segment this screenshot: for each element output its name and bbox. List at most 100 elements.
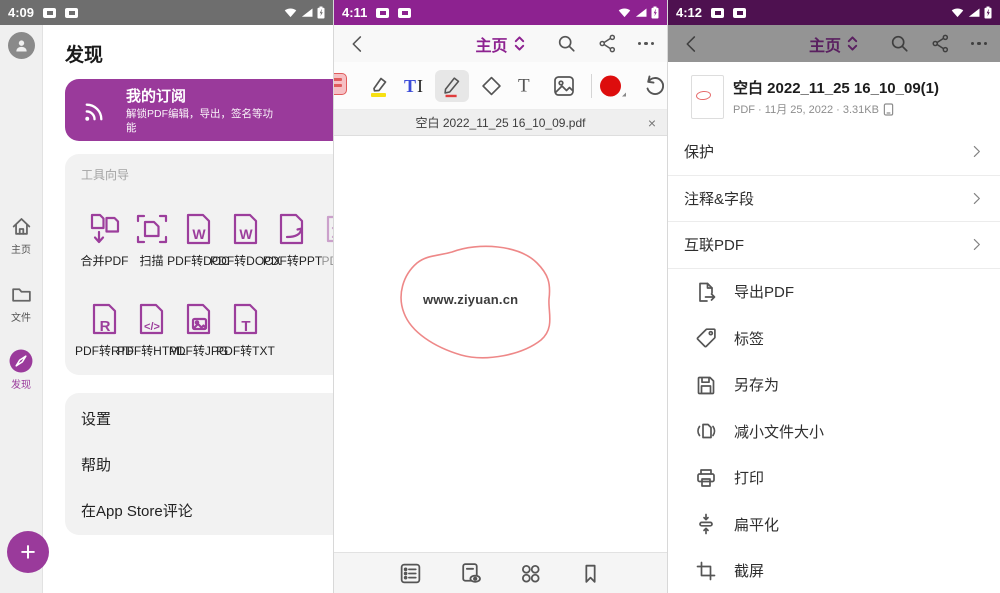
sidebar-item-label: 发现 bbox=[11, 376, 31, 391]
settings-card: 设置 帮助 在App Store评论 bbox=[65, 393, 333, 535]
sidebar-item-files[interactable]: 文件 bbox=[0, 283, 42, 324]
menu-row-annotations-fields[interactable]: 注释&字段 bbox=[668, 176, 1000, 223]
tool-pdf-to-ppt[interactable]: PDF转PPT bbox=[269, 209, 316, 269]
color-swatch-red[interactable] bbox=[600, 75, 621, 96]
action-reduce-file-size[interactable]: 减小文件大小 bbox=[668, 408, 1000, 455]
tool-label: PDF转PPT bbox=[263, 252, 322, 269]
signal-icon bbox=[968, 7, 980, 18]
notification-icon bbox=[398, 8, 411, 18]
document-tab-filename[interactable]: 空白 2022_11_25 16_10_09.pdf bbox=[416, 114, 586, 131]
pdf-to-docx-icon: W bbox=[226, 209, 266, 249]
plus-icon: + bbox=[20, 539, 36, 566]
tools-row-2: R PDF转RTF </> PDF转HTML PDF转JPG T bbox=[81, 299, 333, 359]
avatar[interactable] bbox=[8, 32, 35, 59]
add-file-button[interactable]: + bbox=[7, 531, 49, 573]
comment-tool-icon[interactable] bbox=[333, 73, 347, 95]
pdf-canvas[interactable]: www.ziyuan.cn bbox=[334, 136, 667, 552]
annotation-toolbar: TI T bbox=[334, 62, 667, 110]
tool-pdf-to-jpg[interactable]: PDF转JPG bbox=[175, 299, 222, 359]
chevron-right-icon bbox=[968, 236, 985, 253]
menu-row-label: 保护 bbox=[684, 141, 714, 162]
undo-icon bbox=[642, 74, 666, 98]
tool-pdf-convert-partial[interactable]: PDF转 bbox=[316, 209, 333, 269]
tag-icon bbox=[694, 326, 718, 350]
svg-text:W: W bbox=[239, 226, 253, 242]
share-icon[interactable] bbox=[930, 33, 951, 54]
close-tab-icon[interactable]: × bbox=[648, 110, 656, 135]
text-edit-T: T bbox=[404, 76, 416, 96]
screenshot-icon bbox=[694, 559, 718, 583]
wifi-icon bbox=[951, 7, 964, 18]
menu-row-label: 注释&字段 bbox=[684, 188, 754, 209]
share-icon[interactable] bbox=[597, 33, 618, 54]
back-icon[interactable] bbox=[681, 33, 703, 55]
overflow-menu-icon[interactable] bbox=[638, 42, 655, 46]
search-icon[interactable] bbox=[556, 33, 577, 54]
text-edit-tool[interactable]: TI bbox=[404, 77, 423, 95]
text-edit-cursor: I bbox=[417, 76, 423, 96]
action-screenshot[interactable]: 截屏 bbox=[668, 548, 1000, 593]
help-label: 帮助 bbox=[81, 454, 111, 475]
outline-list-icon[interactable] bbox=[398, 561, 423, 586]
action-label: 打印 bbox=[734, 467, 764, 488]
thumbnail-annotation bbox=[696, 90, 712, 101]
signal-icon bbox=[301, 7, 313, 18]
review-label: 在App Store评论 bbox=[81, 500, 193, 521]
save-as-icon bbox=[694, 373, 718, 397]
tool-pdf-to-txt[interactable]: T PDF转TXT bbox=[222, 299, 269, 359]
pdf-to-doc-icon: W bbox=[179, 209, 219, 249]
thumbnails-grid-icon[interactable] bbox=[518, 561, 543, 586]
menu-row-connected-pdf[interactable]: 互联PDF bbox=[668, 222, 1000, 269]
pencil-icon bbox=[440, 74, 464, 98]
print-icon bbox=[694, 466, 718, 490]
tool-merge-pdf[interactable]: 合并PDF bbox=[81, 209, 128, 269]
action-save-as[interactable]: 另存为 bbox=[668, 362, 1000, 409]
overflow-menu-icon[interactable] bbox=[971, 42, 988, 46]
image-tool[interactable] bbox=[551, 73, 577, 99]
action-flatten[interactable]: 扁平化 bbox=[668, 501, 1000, 548]
highlighter-tool[interactable] bbox=[366, 73, 392, 99]
action-label: 另存为 bbox=[734, 374, 779, 395]
eraser-tool[interactable] bbox=[479, 73, 504, 98]
ink-annotation-circle bbox=[334, 136, 667, 553]
subscription-title: 我的订阅 bbox=[126, 85, 333, 106]
back-icon[interactable] bbox=[347, 33, 369, 55]
text-tool[interactable]: T bbox=[518, 76, 530, 95]
action-export-pdf[interactable]: 导出PDF bbox=[668, 269, 1000, 316]
pdf-to-html-icon: </> bbox=[132, 299, 172, 339]
document-tab-bar: 空白 2022_11_25 16_10_09.pdf × bbox=[334, 110, 667, 136]
tools-card: 工具向导 合并PDF 扫描 W PDF转DOC bbox=[65, 154, 333, 375]
view-mode-icon[interactable] bbox=[458, 561, 483, 586]
nav-bar: 主页 bbox=[334, 25, 667, 62]
action-print[interactable]: 打印 bbox=[668, 455, 1000, 502]
search-icon[interactable] bbox=[889, 33, 910, 54]
sidebar-item-discover[interactable]: 发现 bbox=[0, 349, 42, 391]
svg-text:T: T bbox=[241, 318, 250, 335]
pencil-tool-selected[interactable] bbox=[435, 70, 469, 102]
svg-text:R: R bbox=[99, 318, 110, 335]
help-row[interactable]: 帮助 bbox=[81, 441, 333, 487]
undo-button[interactable] bbox=[642, 74, 666, 98]
chevron-right-icon bbox=[968, 143, 985, 160]
tools-row-1: 合并PDF 扫描 W PDF转DOC W PDF转DOCX bbox=[81, 209, 333, 269]
battery-icon bbox=[651, 6, 659, 19]
subscription-rss-icon bbox=[79, 94, 112, 127]
sidebar-item-label: 文件 bbox=[11, 309, 31, 324]
export-pdf-icon bbox=[694, 280, 718, 304]
sidebar-item-home[interactable]: 主页 bbox=[0, 215, 42, 256]
home-selector[interactable]: 主页 bbox=[475, 32, 525, 56]
status-bar: 4:12 bbox=[668, 0, 1000, 25]
action-tags[interactable]: 标签 bbox=[668, 315, 1000, 362]
review-row[interactable]: 在App Store评论 bbox=[81, 487, 333, 533]
highlighter-icon bbox=[366, 73, 392, 99]
discover-content: 发现 我的订阅 解锁PDF编辑，导出，签名等功能 工具向导 合并PDF bbox=[43, 25, 333, 593]
menu-row-protect[interactable]: 保护 bbox=[668, 129, 1000, 176]
bookmark-icon[interactable] bbox=[578, 561, 603, 586]
bottom-toolbar bbox=[334, 552, 667, 593]
tool-label: PDF转 bbox=[321, 252, 333, 269]
chevron-right-icon bbox=[968, 190, 985, 207]
settings-row[interactable]: 设置 bbox=[81, 395, 333, 441]
subscription-card[interactable]: 我的订阅 解锁PDF编辑，导出，签名等功能 bbox=[65, 79, 333, 141]
action-label: 标签 bbox=[734, 328, 764, 349]
home-selector[interactable]: 主页 bbox=[809, 32, 859, 56]
